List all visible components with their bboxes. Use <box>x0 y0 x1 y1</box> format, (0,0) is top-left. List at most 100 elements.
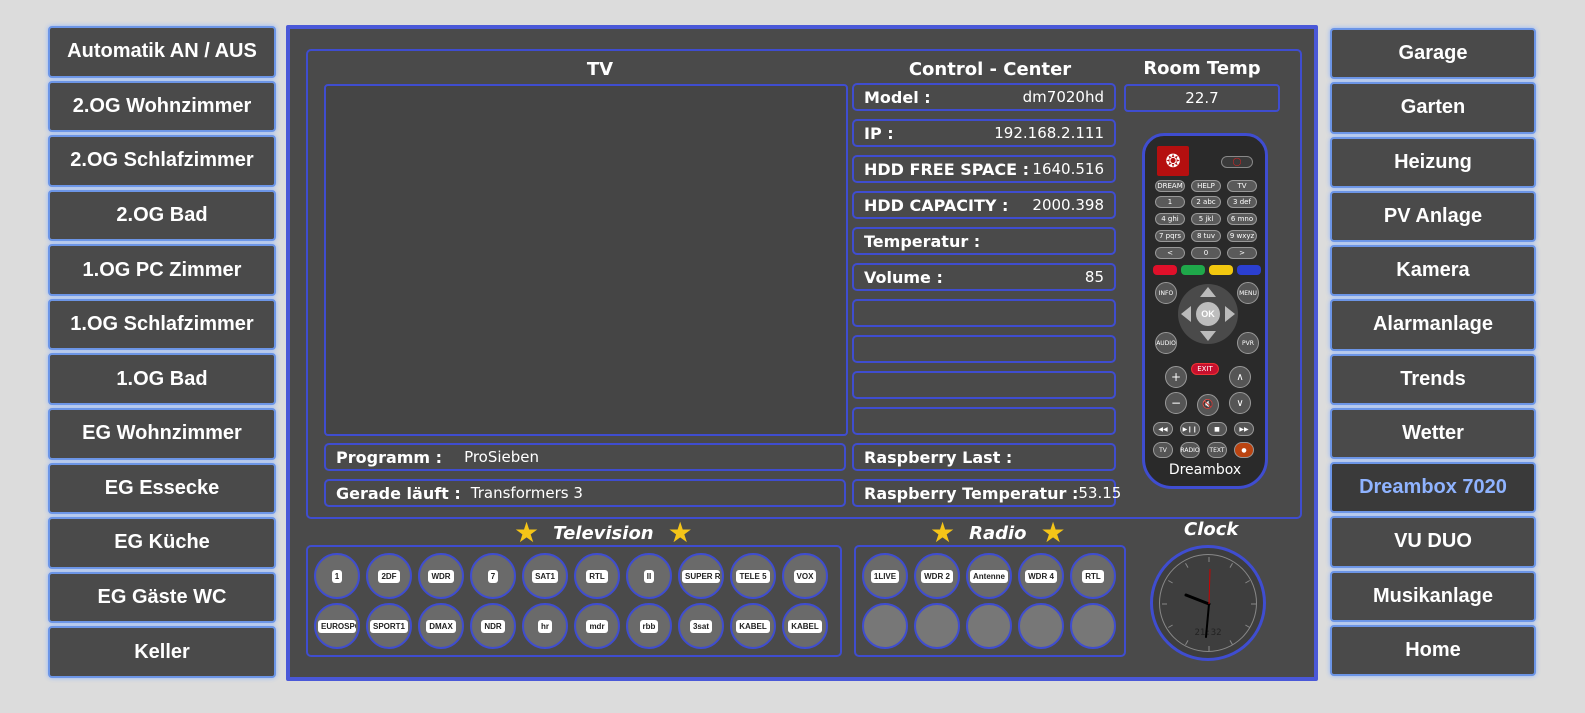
remote-channel-down-button[interactable]: ∨ <box>1229 392 1251 414</box>
dpad-down-icon[interactable] <box>1200 331 1216 341</box>
remote-digit-key[interactable]: 9 wxyz <box>1227 230 1257 242</box>
right-nav-pv-anlage[interactable]: PV Anlage <box>1330 190 1536 242</box>
remote-digit-key[interactable]: 8 tuv <box>1191 230 1221 242</box>
right-nav-garten[interactable]: Garten <box>1330 82 1536 134</box>
rewind-icon[interactable]: ◀◀ <box>1153 422 1173 436</box>
tv-channel-button[interactable]: 7 <box>470 553 516 599</box>
record-icon[interactable]: ● <box>1234 442 1254 458</box>
control-center-header: Control - Center <box>908 59 1072 80</box>
remote-exit-button[interactable]: EXIT <box>1191 363 1219 375</box>
left-nav-2-og-schlafzimmer[interactable]: 2.OG Schlafzimmer <box>48 135 276 187</box>
remote-info-button[interactable]: INFO <box>1155 282 1177 304</box>
remote-volume-down-button[interactable]: − <box>1165 392 1187 414</box>
remote-digit-key[interactable]: 0 <box>1191 247 1221 259</box>
tv-channel-button[interactable]: DMAX <box>418 603 464 649</box>
radio-channel-button[interactable]: WDR 4 <box>1018 553 1064 599</box>
remote-digit-key[interactable]: 3 def <box>1227 196 1257 208</box>
left-nav-eg-essecke[interactable]: EG Essecke <box>48 462 276 515</box>
remote-digit-key[interactable]: 2 abc <box>1191 196 1221 208</box>
left-nav-automatik-an-aus[interactable]: Automatik AN / AUS <box>48 26 276 78</box>
radio-channel-button[interactable]: RTL <box>1070 553 1116 599</box>
fast-forward-icon[interactable]: ▶▶ <box>1234 422 1254 436</box>
right-nav-heizung[interactable]: Heizung <box>1330 136 1536 188</box>
remote-mute-button[interactable]: 🔇 <box>1197 394 1219 416</box>
remote-volume-up-button[interactable]: + <box>1165 366 1187 388</box>
remote-channel-up-button[interactable]: ∧ <box>1229 366 1251 388</box>
tv-channel-button[interactable]: SUPER RTL <box>678 553 724 599</box>
yellow-key[interactable] <box>1209 265 1233 275</box>
radio-channel-button[interactable]: Antenne <box>966 553 1012 599</box>
right-nav-alarmanlage[interactable]: Alarmanlage <box>1330 299 1536 351</box>
right-nav-kamera[interactable]: Kamera <box>1330 245 1536 297</box>
right-nav-wetter[interactable]: Wetter <box>1330 407 1536 459</box>
left-nav-2-og-bad[interactable]: 2.OG Bad <box>48 189 276 242</box>
left-nav-keller[interactable]: Keller <box>48 626 276 678</box>
tv-channel-button[interactable]: RTL <box>574 553 620 599</box>
remote-tv-button[interactable]: TV <box>1153 442 1173 458</box>
right-nav-trends[interactable]: Trends <box>1330 353 1536 405</box>
remote-menu-button[interactable]: MENU <box>1237 282 1259 304</box>
tv-channel-button[interactable]: SPORT1 <box>366 603 412 649</box>
stop-icon[interactable]: ■ <box>1207 422 1227 436</box>
tv-channel-button[interactable]: VOX <box>782 553 828 599</box>
dpad-right-icon[interactable] <box>1225 306 1235 322</box>
dpad-ok-button[interactable]: OK <box>1196 302 1220 326</box>
tv-channel-button[interactable]: SAT1 <box>522 553 568 599</box>
hdd-free-row: HDD FREE SPACE : 1640.516 <box>852 155 1116 183</box>
tv-channel-button[interactable]: KABEL <box>730 603 776 649</box>
dpad-up-icon[interactable] <box>1200 287 1216 297</box>
remote-audio-button[interactable]: AUDIO <box>1155 332 1177 354</box>
right-nav-home[interactable]: Home <box>1330 624 1536 676</box>
tv-channel-button[interactable]: WDR <box>418 553 464 599</box>
left-nav-1-og-schlafzimmer[interactable]: 1.OG Schlafzimmer <box>48 298 276 351</box>
left-nav-1-og-bad[interactable]: 1.OG Bad <box>48 353 276 406</box>
remote-digit-key[interactable]: 5 jkl <box>1191 213 1221 225</box>
remote-digit-key[interactable]: 6 mno <box>1227 213 1257 225</box>
remote-text-button[interactable]: TEXT <box>1207 442 1227 458</box>
left-nav-eg-küche[interactable]: EG Küche <box>48 517 276 569</box>
tv-channel-button[interactable]: TELE 5 <box>730 553 776 599</box>
remote-key-help[interactable]: HELP <box>1191 180 1221 192</box>
red-key[interactable] <box>1153 265 1177 275</box>
radio-channel-button[interactable] <box>862 603 908 649</box>
left-nav-1-og-pc-zimmer[interactable]: 1.OG PC Zimmer <box>48 244 276 296</box>
right-nav-vu-duo[interactable]: VU DUO <box>1330 516 1536 568</box>
tv-channel-button[interactable]: 3sat <box>678 603 724 649</box>
tv-channel-button[interactable]: mdr <box>574 603 620 649</box>
remote-key-dream[interactable]: DREAM <box>1155 180 1185 192</box>
tv-channel-button[interactable]: 1 <box>314 553 360 599</box>
remote-radio-button[interactable]: RADIO <box>1180 442 1200 458</box>
tv-channel-button[interactable]: NDR <box>470 603 516 649</box>
radio-channel-button[interactable]: 1LIVE <box>862 553 908 599</box>
remote-digit-key[interactable]: > <box>1227 247 1257 259</box>
tv-channel-button[interactable]: II <box>626 553 672 599</box>
radio-channel-button[interactable] <box>914 603 960 649</box>
remote-digit-key[interactable]: < <box>1155 247 1185 259</box>
right-nav-musikanlage[interactable]: Musikanlage <box>1330 570 1536 622</box>
right-nav-garage[interactable]: Garage <box>1330 28 1536 80</box>
play-pause-icon[interactable]: ▶❙❙ <box>1180 422 1200 436</box>
dpad-left-icon[interactable] <box>1181 306 1191 322</box>
remote-pvr-button[interactable]: PVR <box>1237 332 1259 354</box>
radio-channel-button[interactable] <box>966 603 1012 649</box>
tv-channel-button[interactable]: 2DF <box>366 553 412 599</box>
blue-key[interactable] <box>1237 265 1261 275</box>
remote-digit-key[interactable]: 4 ghi <box>1155 213 1185 225</box>
radio-channel-button[interactable]: WDR 2 <box>914 553 960 599</box>
remote-digit-key[interactable]: 7 pqrs <box>1155 230 1185 242</box>
green-key[interactable] <box>1181 265 1205 275</box>
tv-channel-button[interactable]: rbb <box>626 603 672 649</box>
tv-channel-button[interactable]: hr <box>522 603 568 649</box>
left-nav-eg-gäste-wc[interactable]: EG Gäste WC <box>48 571 276 624</box>
radio-channel-button[interactable] <box>1018 603 1064 649</box>
tv-screen[interactable] <box>324 84 848 436</box>
right-nav-dreambox-7020[interactable]: Dreambox 7020 <box>1330 462 1536 514</box>
remote-key-tv[interactable]: TV <box>1227 180 1257 192</box>
left-nav-eg-wohnzimmer[interactable]: EG Wohnzimmer <box>48 408 276 460</box>
tv-channel-button[interactable]: KABEL <box>782 603 828 649</box>
remote-digit-key[interactable]: 1 <box>1155 196 1185 208</box>
left-nav-2-og-wohnzimmer[interactable]: 2.OG Wohnzimmer <box>48 80 276 133</box>
tv-channel-button[interactable]: EUROSPORT <box>314 603 360 649</box>
remote-power-button[interactable]: ◯ <box>1221 156 1253 168</box>
radio-channel-button[interactable] <box>1070 603 1116 649</box>
